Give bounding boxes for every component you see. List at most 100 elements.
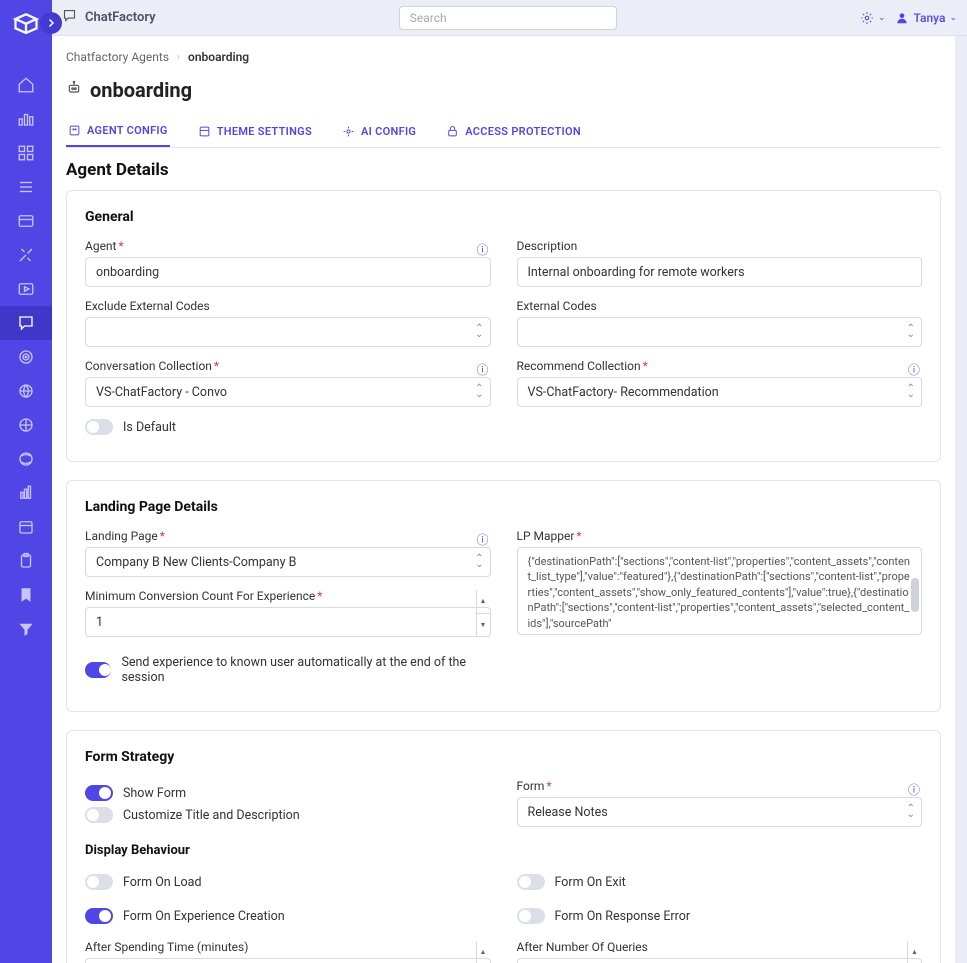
- show-form-toggle[interactable]: [85, 785, 113, 801]
- number-spinners[interactable]: ▲▼: [476, 941, 490, 963]
- chevron-right-icon: ›: [177, 52, 180, 63]
- exclude-codes-select[interactable]: ⌃⌄: [85, 317, 491, 347]
- form-on-exit-toggle[interactable]: [517, 874, 545, 890]
- breadcrumb-root[interactable]: Chatfactory Agents: [66, 50, 169, 64]
- sidebar-item-list[interactable]: [0, 170, 52, 204]
- external-codes-select[interactable]: ⌃⌄: [517, 317, 923, 347]
- is-default-toggle[interactable]: [85, 419, 113, 435]
- sidebar-item-chat[interactable]: [0, 306, 52, 340]
- chevron-updown-icon: ⌃⌄: [907, 806, 915, 818]
- landing-page-select[interactable]: Company B New Clients-Company B ⌃⌄: [85, 547, 491, 577]
- settings-gear-icon[interactable]: ⌄: [860, 11, 886, 25]
- config-tabs: AGENT CONFIG THEME SETTINGS AI CONFIG AC…: [66, 118, 941, 148]
- sidebar-item-reports[interactable]: [0, 476, 52, 510]
- sidebar-item-globe3[interactable]: [0, 442, 52, 476]
- show-form-label: Show Form: [123, 786, 186, 801]
- tab-label: AI CONFIG: [361, 125, 416, 138]
- page-title: onboarding: [90, 78, 192, 102]
- tab-label: THEME SETTINGS: [217, 125, 312, 138]
- external-codes-label: External Codes: [517, 299, 597, 313]
- tab-label: ACCESS PROTECTION: [465, 125, 581, 138]
- min-conversion-input[interactable]: [85, 607, 491, 637]
- breadcrumb-current: onboarding: [188, 50, 249, 64]
- send-experience-toggle[interactable]: [85, 662, 111, 678]
- form-on-error-label: Form On Response Error: [555, 909, 691, 924]
- tab-theme-settings[interactable]: THEME SETTINGS: [196, 118, 314, 147]
- tab-ai-config[interactable]: AI CONFIG: [340, 118, 418, 147]
- sidebar-item-calendar[interactable]: [0, 510, 52, 544]
- sidebar-item-media[interactable]: [0, 272, 52, 306]
- user-name: Tanya: [913, 11, 945, 25]
- sidebar-item-bookmark[interactable]: [0, 578, 52, 612]
- description-input[interactable]: [517, 257, 923, 287]
- breadcrumb: Chatfactory Agents › onboarding: [66, 36, 941, 70]
- chevron-updown-icon: ⌃⌄: [907, 326, 915, 338]
- conversation-collection-select[interactable]: VS-ChatFactory - Convo ⌃⌄: [85, 377, 491, 407]
- lp-mapper-textarea[interactable]: {"destinationPath":["sections","content-…: [517, 547, 923, 635]
- sidebar-item-cards[interactable]: [0, 204, 52, 238]
- sidebar-item-grid[interactable]: [0, 136, 52, 170]
- sidebar-item-clipboard[interactable]: [0, 544, 52, 578]
- lp-mapper-value: {"destinationPath":["sections","content-…: [528, 555, 910, 630]
- select-value: Release Notes: [528, 805, 608, 820]
- landing-page-label: Landing Page: [85, 529, 158, 543]
- sidebar-item-filter[interactable]: [0, 612, 52, 646]
- sidebar-expand-icon[interactable]: [40, 12, 62, 34]
- after-queries-input[interactable]: [517, 958, 923, 963]
- form-on-exp-toggle[interactable]: [85, 908, 113, 924]
- description-label: Description: [517, 239, 578, 253]
- general-panel: General Agent* ⓘ Description Exclude Ext…: [66, 190, 941, 462]
- select-value: VS-ChatFactory- Recommendation: [528, 385, 719, 400]
- form-on-error-toggle[interactable]: [517, 908, 545, 924]
- tab-agent-config[interactable]: AGENT CONFIG: [66, 118, 170, 147]
- form-on-load-toggle[interactable]: [85, 874, 113, 890]
- min-conv-label: Minimum Conversion Count For Experience: [85, 589, 315, 603]
- sidebar-item-target[interactable]: [0, 340, 52, 374]
- number-spinners[interactable]: ▲▼: [476, 590, 490, 636]
- is-default-label: Is Default: [123, 420, 176, 435]
- after-time-input[interactable]: [85, 958, 491, 963]
- form-select[interactable]: Release Notes ⌃⌄: [517, 797, 923, 827]
- select-value: VS-ChatFactory - Convo: [96, 385, 227, 400]
- recommend-collection-select[interactable]: VS-ChatFactory- Recommendation ⌃⌄: [517, 377, 923, 407]
- agent-input[interactable]: [85, 257, 491, 287]
- app-name: ChatFactory: [85, 10, 156, 25]
- info-icon[interactable]: ⓘ: [476, 361, 488, 378]
- customize-title-toggle[interactable]: [85, 807, 113, 823]
- info-icon[interactable]: ⓘ: [908, 781, 920, 798]
- top-bar: ChatFactory Search ⌄ Tanya ⌄: [52, 0, 967, 36]
- sidebar-item-globe1[interactable]: [0, 374, 52, 408]
- chat-icon: [62, 8, 77, 27]
- sidebar-item-tools[interactable]: [0, 238, 52, 272]
- recommend-label: Recommend Collection: [517, 359, 641, 373]
- form-on-exit-label: Form On Exit: [555, 875, 626, 890]
- info-icon[interactable]: ⓘ: [476, 241, 488, 258]
- lp-mapper-label: LP Mapper: [517, 529, 575, 543]
- number-spinners[interactable]: ▲▼: [907, 941, 921, 963]
- select-value: Company B New Clients-Company B: [96, 555, 296, 570]
- panel-title: Landing Page Details: [85, 499, 922, 515]
- sidebar-item-home[interactable]: [0, 68, 52, 102]
- form-strategy-panel: Form Strategy Show Form Customize Title …: [66, 730, 941, 963]
- scrollbar-thumb[interactable]: [911, 578, 919, 612]
- search-input[interactable]: Search: [399, 6, 617, 30]
- user-menu[interactable]: Tanya ⌄: [895, 11, 957, 25]
- customize-title-label: Customize Title and Description: [123, 808, 300, 823]
- info-icon[interactable]: ⓘ: [476, 531, 488, 548]
- sidebar-item-globe2[interactable]: [0, 408, 52, 442]
- form-on-load-label: Form On Load: [123, 875, 202, 890]
- chevron-updown-icon: ⌃⌄: [475, 556, 483, 568]
- exclude-codes-label: Exclude External Codes: [85, 299, 210, 313]
- sidebar-item-analytics[interactable]: [0, 102, 52, 136]
- tab-access-protection[interactable]: ACCESS PROTECTION: [444, 118, 583, 147]
- agent-label: Agent: [85, 239, 116, 253]
- app-logo-icon: [12, 12, 40, 40]
- section-heading: Agent Details: [66, 160, 941, 180]
- form-label: Form: [517, 779, 545, 793]
- send-experience-label: Send experience to known user automatica…: [121, 655, 490, 685]
- chevron-updown-icon: ⌃⌄: [475, 326, 483, 338]
- conversation-label: Conversation Collection: [85, 359, 212, 373]
- info-icon[interactable]: ⓘ: [908, 361, 920, 378]
- main-sidebar: [0, 0, 52, 963]
- display-behaviour-title: Display Behaviour: [85, 843, 922, 858]
